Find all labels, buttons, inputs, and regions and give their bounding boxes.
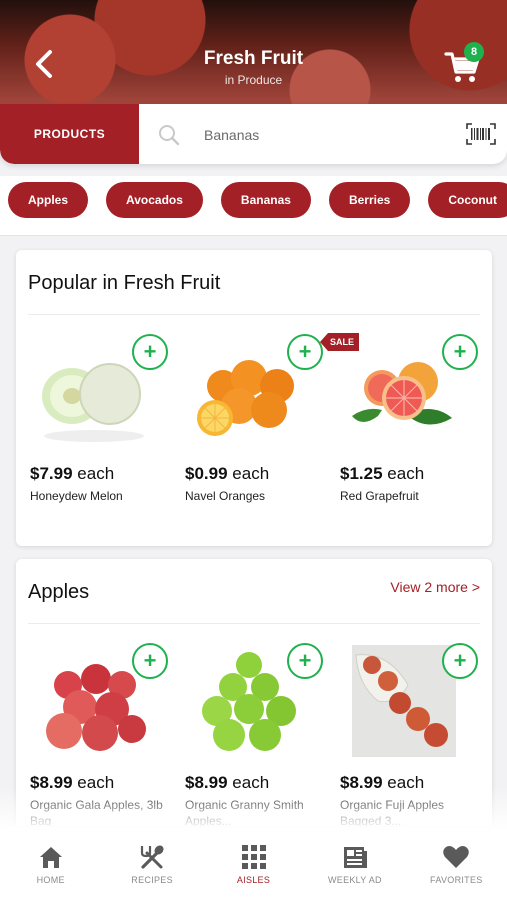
nav-home[interactable]: HOME [0,827,101,900]
product-name: Organic Fuji Apples Bagged 3... [340,798,445,828]
barcode-scanner-icon[interactable] [466,123,496,145]
search-input[interactable] [204,122,444,148]
aisles-icon [241,845,266,869]
product-price: $0.99 each [185,464,269,484]
page-title: Fresh Fruit [203,48,304,69]
price-unit: each [77,464,115,483]
cart-button[interactable]: 8 [444,42,486,86]
product-card[interactable]: + $8.99 each Organic Granny Smith Apples… [177,635,323,845]
nav-label: RECIPES [131,875,173,885]
product-card[interactable]: + $8.99 each Organic Gala Apples, 3lb Ba… [22,635,168,845]
product-card[interactable]: SALE + $1.25 each Red Grapefruit [320,326,478,536]
product-name: Navel Oranges [185,489,266,503]
recipes-icon [141,845,164,869]
bottom-nav: HOME RECIPES AISLES WEEKLY AD FAVORITES [0,787,507,900]
divider [28,623,480,624]
price-unit: each [387,464,425,483]
header-title-group: Fresh Fruit in Produce [0,48,507,87]
nav-label: HOME [36,875,65,885]
category-chips: Apples Avocados Bananas Berries Coconut [0,176,507,236]
search-icon [159,125,180,146]
nav-label: WEEKLY AD [327,875,382,885]
divider [28,314,480,315]
cart-count-badge: 8 [464,42,484,62]
product-price: $8.99 each [30,773,114,793]
search-bar: PRODUCTS [0,104,507,164]
product-card[interactable]: + $8.99 each Organic Fuji Apples Bagged … [332,635,478,845]
price-value: $0.99 [185,464,228,483]
nav-favorites[interactable]: FAVORITES [406,827,507,900]
product-name: Organic Granny Smith Apples... [185,798,304,828]
price-value: $7.99 [30,464,73,483]
add-to-cart-button[interactable]: + [442,334,478,370]
view-more-link[interactable]: View 2 more > [390,579,480,595]
nav-recipes[interactable]: RECIPES [101,827,202,900]
header-banner: Fresh Fruit in Produce 8 [0,0,507,104]
add-to-cart-button[interactable]: + [132,643,168,679]
nav-weekly-ad[interactable]: WEEKLY AD [304,827,405,900]
product-card[interactable]: + $0.99 each Navel Oranges [177,326,323,536]
price-value: $1.25 [340,464,383,483]
category-chip-berries[interactable]: Berries [328,182,411,218]
nav-aisles[interactable]: AISLES [203,827,304,900]
popular-section-card: Popular in Fresh Fruit + $7.99 each Hone… [16,250,492,546]
product-name: Red Grapefruit [340,489,419,503]
weekly-ad-icon [343,847,367,868]
add-to-cart-button[interactable]: + [442,643,478,679]
product-name: Organic Gala Apples, 3lb Bag [30,798,163,828]
page-subtitle: in Produce [224,73,283,87]
product-price: $8.99 each [185,773,269,793]
category-chip-apples[interactable]: Apples [8,182,89,218]
section-title: Apples [28,581,90,603]
add-to-cart-button[interactable]: + [132,334,168,370]
product-price: $1.25 each [340,464,424,484]
price-value: $8.99 [340,773,383,792]
products-scope-button[interactable]: PRODUCTS [0,104,139,164]
product-price: $7.99 each [30,464,114,484]
home-icon [39,847,62,868]
price-unit: each [232,464,270,483]
category-chip-avocados[interactable]: Avocados [106,182,203,218]
nav-label: FAVORITES [430,875,483,885]
product-name: Honeydew Melon [30,489,123,503]
product-price: $8.99 each [340,773,424,793]
nav-label: AISLES [236,875,271,885]
product-card[interactable]: + $7.99 each Honeydew Melon [22,326,168,536]
price-unit: each [77,773,115,792]
price-value: $8.99 [185,773,228,792]
price-unit: each [232,773,270,792]
add-to-cart-button[interactable]: + [287,643,323,679]
price-unit: each [387,773,425,792]
category-chip-bananas[interactable]: Bananas [220,182,311,218]
category-chip-coconut[interactable]: Coconut [428,182,507,218]
section-title: Popular in Fresh Fruit [28,272,221,294]
add-to-cart-button[interactable]: + [287,334,323,370]
apples-section-card: Apples View 2 more > + $8.99 each Organi… [16,559,492,859]
favorites-icon [443,846,470,868]
sale-badge: SALE [320,333,360,351]
price-value: $8.99 [30,773,73,792]
